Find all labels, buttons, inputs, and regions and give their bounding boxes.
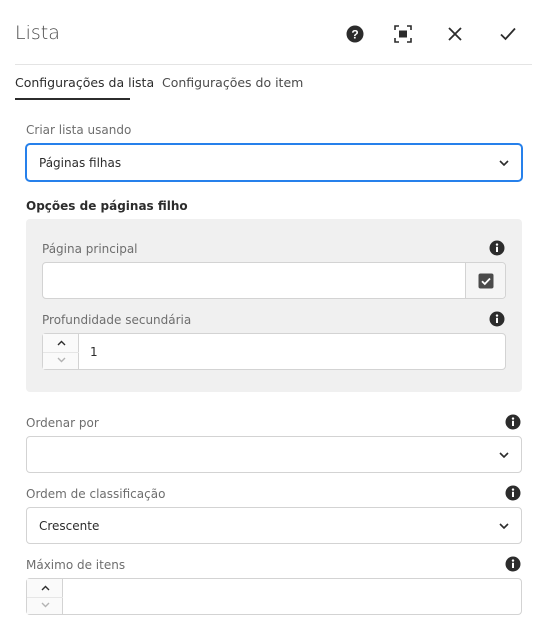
order-by-label: Ordenar por bbox=[26, 416, 99, 430]
increment-button[interactable] bbox=[43, 334, 79, 353]
info-icon[interactable] bbox=[505, 485, 521, 501]
sort-order-value: Crescente bbox=[39, 518, 100, 533]
info-icon[interactable] bbox=[505, 556, 521, 572]
parent-page-input[interactable] bbox=[43, 263, 463, 298]
chevron-down-icon bbox=[499, 159, 509, 166]
close-icon[interactable] bbox=[443, 22, 467, 46]
chevron-down-icon bbox=[499, 522, 509, 529]
build-list-select[interactable]: Páginas filhas bbox=[26, 144, 522, 181]
parent-page-field bbox=[42, 262, 506, 299]
increment-button[interactable] bbox=[27, 579, 63, 598]
dialog-title: Lista bbox=[15, 22, 60, 44]
decrement-button[interactable] bbox=[43, 352, 79, 370]
max-items-label: Máximo de itens bbox=[26, 558, 126, 572]
info-icon[interactable] bbox=[489, 240, 505, 256]
chevron-up-icon bbox=[41, 585, 49, 591]
max-items-stepper bbox=[27, 579, 63, 614]
child-depth-label: Profundidade secundária bbox=[42, 313, 192, 327]
svg-text:?: ? bbox=[351, 27, 358, 41]
decrement-button[interactable] bbox=[27, 597, 63, 615]
tab-item-settings[interactable]: Configurações do item bbox=[162, 75, 303, 90]
sort-order-select[interactable]: Crescente bbox=[26, 507, 522, 544]
check-icon[interactable] bbox=[496, 22, 520, 46]
active-tab-indicator bbox=[15, 98, 130, 100]
info-icon[interactable] bbox=[489, 311, 505, 327]
checkbox-checked-icon bbox=[478, 273, 493, 288]
chevron-down-icon bbox=[41, 602, 49, 608]
header-divider bbox=[15, 64, 532, 65]
child-depth-numberfield: 1 bbox=[42, 333, 506, 370]
build-list-label: Criar lista usando bbox=[26, 123, 132, 137]
child-options-title: Opções de páginas filho bbox=[26, 199, 188, 213]
chevron-down-icon bbox=[57, 357, 65, 363]
child-depth-stepper bbox=[43, 334, 79, 369]
child-depth-value[interactable]: 1 bbox=[90, 345, 98, 359]
fullscreen-icon[interactable] bbox=[391, 22, 415, 46]
tab-list-settings[interactable]: Configurações da lista bbox=[15, 75, 154, 90]
parent-page-label: Página principal bbox=[42, 242, 138, 256]
build-list-value: Páginas filhas bbox=[39, 155, 122, 170]
path-browser-button[interactable] bbox=[465, 263, 505, 298]
info-icon[interactable] bbox=[505, 414, 521, 430]
order-by-select[interactable] bbox=[26, 436, 522, 473]
sort-order-label: Ordem de classificação bbox=[26, 487, 166, 501]
help-icon[interactable]: ? bbox=[343, 22, 367, 46]
max-items-numberfield bbox=[26, 578, 522, 615]
chevron-up-icon bbox=[57, 340, 65, 346]
chevron-down-icon bbox=[499, 451, 509, 458]
